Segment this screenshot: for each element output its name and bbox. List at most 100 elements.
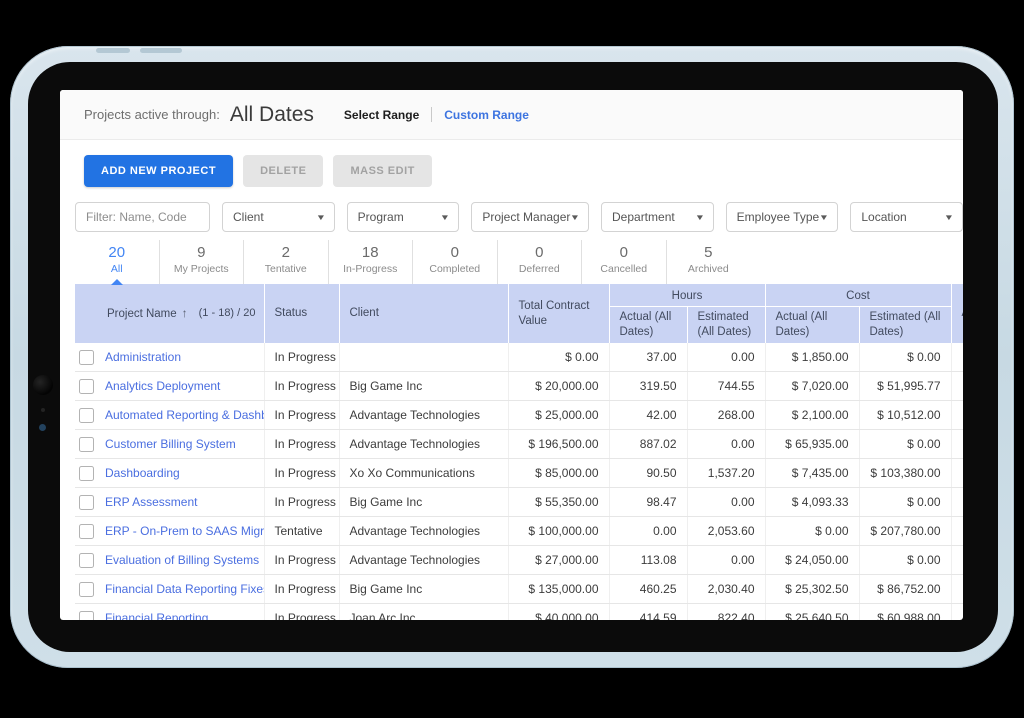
tablet-camera-icon (33, 375, 53, 395)
project-name-link[interactable]: Administration (105, 350, 181, 364)
cost-estimated-column-header[interactable]: Estimated (All Dates) (859, 307, 951, 344)
project-manager-filter-label: Project Manager (482, 210, 570, 224)
tab-label: Cancelled (582, 263, 666, 275)
location-filter-dropdown[interactable]: Location ▼ (850, 202, 963, 232)
table-body: Administration In Progress $ 0.00 37.00 … (75, 343, 963, 620)
project-name-link[interactable]: Evaluation of Billing Systems (105, 553, 259, 567)
total-contract-value-cell: $ 27,000.00 (508, 546, 609, 575)
project-name-link[interactable]: Analytics Deployment (105, 379, 220, 393)
sort-ascending-icon: ↑ (182, 306, 188, 320)
row-checkbox[interactable] (79, 350, 94, 365)
department-filter-dropdown[interactable]: Department ▼ (601, 202, 714, 232)
projects-table: Project Name↑ (1 - 18) / 20 Status Clien… (75, 284, 963, 620)
filter-search-input[interactable] (75, 202, 210, 232)
project-name-column-header[interactable]: Project Name↑ (1 - 18) / 20 (97, 284, 264, 343)
tab-count: 5 (667, 244, 751, 261)
project-name-cell: Evaluation of Billing Systems (97, 546, 264, 575)
select-range-button[interactable]: Select Range (344, 108, 419, 122)
row-checkbox[interactable] (79, 437, 94, 452)
table-row[interactable]: Evaluation of Billing Systems In Progres… (75, 546, 963, 575)
table-row[interactable]: ERP Assessment In Progress Big Game Inc … (75, 488, 963, 517)
cost-actual-cell: $ 7,020.00 (765, 372, 859, 401)
custom-range-link[interactable]: Custom Range (444, 108, 529, 122)
status-tab[interactable]: 2 Tentative (243, 240, 328, 284)
hours-actual-cell: 887.02 (609, 430, 687, 459)
date-range-bar: Projects active through: All Dates Selec… (60, 90, 963, 140)
row-checkbox[interactable] (79, 553, 94, 568)
hours-actual-column-header[interactable]: Actual (All Dates) (609, 307, 687, 344)
overflow-cell (951, 343, 963, 372)
cost-estimated-cell: $ 86,752.00 (859, 575, 951, 604)
project-name-link[interactable]: Automated Reporting & Dashboards (105, 408, 264, 422)
client-cell (339, 343, 508, 372)
total-contract-value-cell: $ 20,000.00 (508, 372, 609, 401)
tablet-volume-button (96, 48, 130, 53)
table-row[interactable]: Administration In Progress $ 0.00 37.00 … (75, 343, 963, 372)
hours-estimated-column-header[interactable]: Estimated (All Dates) (687, 307, 765, 344)
row-checkbox[interactable] (79, 379, 94, 394)
hours-actual-cell: 37.00 (609, 343, 687, 372)
hours-estimated-cell: 0.00 (687, 546, 765, 575)
chevron-down-icon: ▼ (440, 213, 450, 222)
client-column-header[interactable]: Client (339, 284, 508, 343)
status-cell: In Progress (264, 604, 339, 621)
project-name-link[interactable]: Financial Data Reporting Fixes (105, 582, 264, 596)
employee-type-filter-dropdown[interactable]: Employee Type ▼ (726, 202, 839, 232)
client-cell: Advantage Technologies (339, 546, 508, 575)
status-tab[interactable]: 0 Cancelled (581, 240, 666, 284)
status-tab[interactable]: 0 Completed (412, 240, 497, 284)
chevron-down-icon: ▼ (695, 213, 705, 222)
status-tabs: 20 All 9 My Projects 2 Tentative 18 In-P… (75, 240, 963, 284)
add-new-project-button[interactable]: ADD NEW PROJECT (84, 155, 233, 187)
table-row[interactable]: Customer Billing System In Progress Adva… (75, 430, 963, 459)
table-row[interactable]: Financial Reporting In Progress Joan Arc… (75, 604, 963, 621)
tab-label: My Projects (160, 263, 244, 275)
delete-button[interactable]: DELETE (243, 155, 323, 187)
status-column-header[interactable]: Status (264, 284, 339, 343)
tab-label: In-Progress (329, 263, 413, 275)
status-tab[interactable]: 0 Deferred (497, 240, 582, 284)
row-checkbox[interactable] (79, 466, 94, 481)
client-filter-dropdown[interactable]: Client ▼ (222, 202, 335, 232)
status-tab[interactable]: 20 All (75, 240, 159, 284)
project-name-link[interactable]: Customer Billing System (105, 437, 236, 451)
project-name-cell: Administration (97, 343, 264, 372)
client-cell: Advantage Technologies (339, 401, 508, 430)
table-row[interactable]: Financial Data Reporting Fixes In Progre… (75, 575, 963, 604)
row-checkbox[interactable] (79, 582, 94, 597)
employee-type-filter-label: Employee Type (737, 210, 820, 224)
program-filter-dropdown[interactable]: Program ▼ (347, 202, 460, 232)
row-checkbox[interactable] (79, 408, 94, 423)
table-row[interactable]: Dashboarding In Progress Xo Xo Communica… (75, 459, 963, 488)
overflow-cell (951, 459, 963, 488)
hours-estimated-cell: 0.00 (687, 343, 765, 372)
total-contract-value-cell: $ 25,000.00 (508, 401, 609, 430)
project-name-link[interactable]: ERP - On-Prem to SAAS Migration (105, 524, 264, 538)
status-tab[interactable]: 9 My Projects (159, 240, 244, 284)
table-row[interactable]: Automated Reporting & Dashboards In Prog… (75, 401, 963, 430)
row-checkbox[interactable] (79, 524, 94, 539)
row-checkbox[interactable] (79, 611, 94, 620)
hours-actual-cell: 460.25 (609, 575, 687, 604)
project-name-link[interactable]: Dashboarding (105, 466, 180, 480)
project-name-link[interactable]: ERP Assessment (105, 495, 197, 509)
hours-actual-cell: 113.08 (609, 546, 687, 575)
tab-label: Deferred (498, 263, 582, 275)
project-name-link[interactable]: Financial Reporting (105, 611, 208, 620)
program-filter-label: Program (358, 210, 404, 224)
table-row[interactable]: Analytics Deployment In Progress Big Gam… (75, 372, 963, 401)
overflow-cell (951, 430, 963, 459)
status-tab[interactable]: 18 In-Progress (328, 240, 413, 284)
project-manager-filter-dropdown[interactable]: Project Manager ▼ (471, 202, 589, 232)
mass-edit-button[interactable]: MASS EDIT (333, 155, 431, 187)
status-cell: In Progress (264, 372, 339, 401)
status-tab[interactable]: 5 Archived (666, 240, 751, 284)
total-contract-value-column-header[interactable]: Total Contract Value (508, 284, 609, 343)
row-checkbox[interactable] (79, 495, 94, 510)
cost-actual-cell: $ 0.00 (765, 517, 859, 546)
table-row[interactable]: ERP - On-Prem to SAAS Migration Tentativ… (75, 517, 963, 546)
cost-actual-cell: $ 65,935.00 (765, 430, 859, 459)
cost-actual-column-header[interactable]: Actual (All Dates) (765, 307, 859, 344)
cost-actual-cell: $ 25,640.50 (765, 604, 859, 621)
page: { "header": { "label": "Projects active … (0, 0, 1024, 718)
